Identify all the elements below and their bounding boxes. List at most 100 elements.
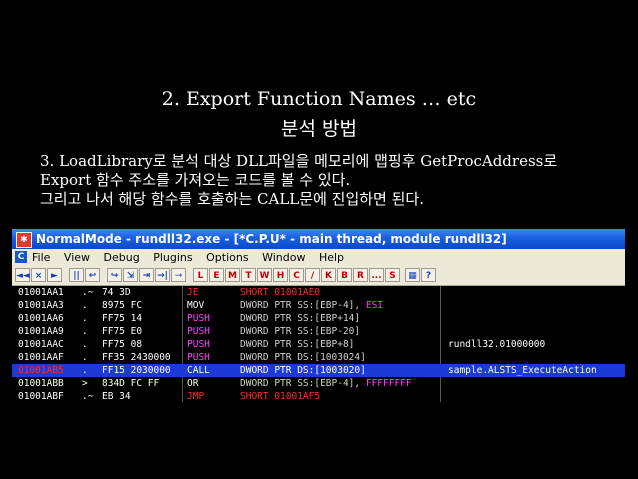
- instruction-row[interactable]: 01001AA6. FF75 14 PUSH DWORD PTR SS:[EBP+14…: [12, 312, 625, 325]
- slide-title: 2. Export Function Names … etc: [161, 88, 477, 110]
- comment-cell: sample.ALSTS_ExecuteAction: [448, 365, 597, 376]
- hex-dump-cell: EB 34: [102, 391, 131, 402]
- toolbar-letter-button[interactable]: T: [241, 268, 256, 282]
- instruction-row[interactable]: 01001AA9. FF75 E0 PUSH DWORD PTR SS:[EBP-20…: [12, 325, 625, 338]
- instruction-row[interactable]: 01001ABB >834D FC FF OR DWORD PTR SS:[EBP-4…: [12, 377, 625, 390]
- hex-dump-cell: FF75 E0: [102, 326, 143, 337]
- toolbar-letter-button[interactable]: ...: [369, 268, 384, 282]
- jump-marker: .: [82, 326, 88, 337]
- toolbar-letter-button[interactable]: W: [257, 268, 272, 282]
- menu-items: File View Debug Plugins Options Window H…: [32, 249, 354, 266]
- toolbar-button[interactable]: ↩: [85, 268, 100, 282]
- comment-cell: rundll32.01000000: [448, 339, 546, 350]
- instruction-row[interactable]: 01001AAC. FF75 08 PUSH DWORD PTR SS:[EBP+8]…: [12, 338, 625, 351]
- menu-bar: C File View Debug Plugins Options Window…: [12, 249, 625, 266]
- slide-description: 3. LoadLibrary로 분석 대상 DLL파일을 메모리에 맵핑후 Ge…: [40, 152, 557, 209]
- hex-dump-cell: FF35 2430000: [102, 352, 171, 363]
- address-cell: 01001AAC: [18, 339, 64, 350]
- app-icon: ✱: [16, 232, 32, 248]
- toolbar-button[interactable]: ⇥: [139, 268, 154, 282]
- menu-options[interactable]: Options: [206, 251, 248, 264]
- instruction-row[interactable]: 01001AA3. 8975 FC MOV DWORD PTR SS:[EBP-4],…: [12, 299, 625, 312]
- hex-dump-cell: FF75 14: [102, 313, 143, 324]
- window-titlebar[interactable]: ✱ NormalMode - rundll32.exe - [*C.P.U* -…: [12, 229, 625, 249]
- toolbar-letter-button[interactable]: M: [225, 268, 240, 282]
- hex-dump-cell: FF75 08: [102, 339, 143, 350]
- toolbar-letter-button[interactable]: B: [337, 268, 352, 282]
- address-cell: 01001AB5: [18, 365, 64, 376]
- toolbar-letter-button[interactable]: K: [321, 268, 336, 282]
- immediate-value: FFFFFFFF: [365, 378, 412, 389]
- selected-instruction-row[interactable]: 01001AB5. FF15 2030000 CALL DWORD PTR DS:[1…: [12, 364, 625, 377]
- instruction-row[interactable]: 01001ABF .~ EB 34 JMP SHORT 01001AF5: [12, 390, 625, 402]
- toolbar-button[interactable]: ⇲: [123, 268, 138, 282]
- mnemonic-cell: CALL: [187, 365, 210, 376]
- mnemonic-cell: MOV: [187, 300, 205, 311]
- toolbar-button[interactable]: ▦: [405, 268, 420, 282]
- toolbar-button[interactable]: ◄◄: [15, 268, 30, 282]
- jump-marker: >: [82, 378, 88, 389]
- mnemonic-cell: PUSH: [187, 313, 210, 324]
- jump-marker: .: [82, 365, 88, 376]
- toolbar-button[interactable]: →|: [155, 268, 170, 282]
- menu-debug[interactable]: Debug: [104, 251, 140, 264]
- toolbar-button[interactable]: ↪: [107, 268, 122, 282]
- hex-dump-cell: FF15 2030000: [102, 365, 171, 376]
- toolbar-letter-button[interactable]: H: [273, 268, 288, 282]
- jump-marker: .~: [82, 287, 94, 298]
- hex-dump-cell: 834D FC FF: [102, 378, 160, 389]
- toolbar-letter-button[interactable]: C: [289, 268, 304, 282]
- toolbar-letter-button[interactable]: S: [385, 268, 400, 282]
- address-cell: 01001ABB: [18, 378, 64, 389]
- menu-file[interactable]: File: [32, 251, 50, 264]
- menu-view[interactable]: View: [64, 251, 90, 264]
- window-title: NormalMode - rundll32.exe - [*C.P.U* - m…: [36, 232, 507, 246]
- toolbar-letter-button[interactable]: R: [353, 268, 368, 282]
- address-cell: 01001AA9: [18, 326, 64, 337]
- debugger-window: ✱ NormalMode - rundll32.exe - [*C.P.U* -…: [12, 229, 625, 402]
- toolbar-letter-button[interactable]: /: [305, 268, 320, 282]
- toolbar-button[interactable]: ×: [31, 268, 46, 282]
- operand-cell: SHORT 01001AE0: [240, 287, 321, 298]
- mnemonic-cell: JMP: [187, 391, 205, 402]
- operand-cell: DWORD PTR SS:[EBP-4], FFFFFFFF: [240, 378, 412, 389]
- operand-cell: DWORD PTR SS:[EBP-4], ESI: [240, 300, 384, 311]
- menu-help[interactable]: Help: [319, 251, 344, 264]
- mnemonic-cell: PUSH: [187, 339, 210, 350]
- description-line: Export 함수 주소를 가져오는 코드를 볼 수 있다.: [40, 171, 351, 189]
- description-line: 그리고 나서 해당 함수를 호출하는 CALL문에 진입하면 된다.: [40, 190, 424, 208]
- address-cell: 01001AA1: [18, 287, 64, 298]
- operand-cell: DWORD PTR SS:[EBP-20]: [240, 326, 361, 337]
- toolbar-letter-button[interactable]: L: [193, 268, 208, 282]
- jump-marker: .: [82, 313, 88, 324]
- toolbar-letter-button[interactable]: E: [209, 268, 224, 282]
- description-line: 3. LoadLibrary로 분석 대상 DLL파일을 메모리에 맵핑후 Ge…: [40, 152, 558, 170]
- operand-cell: DWORD PTR SS:[EBP+14]: [240, 313, 361, 324]
- operand-cell: DWORD PTR DS:[1003024]: [240, 352, 366, 363]
- slide-subtitle: 분석 방법: [281, 118, 357, 140]
- cpu-window-icon[interactable]: C: [15, 251, 27, 263]
- operand-cell: DWORD PTR SS:[EBP+8]: [240, 339, 355, 350]
- toolbar: ◄◄ × ► || ↩ ↪ ⇲ ⇥ →| ⇾ L E M T W H C / K B R... S ▦?: [12, 266, 625, 286]
- address-cell: 01001AAF: [18, 352, 64, 363]
- toolbar-button[interactable]: ►: [47, 268, 62, 282]
- jump-marker: .: [82, 300, 88, 311]
- toolbar-button[interactable]: ⇾: [171, 268, 186, 282]
- address-cell: 01001AA3: [18, 300, 64, 311]
- hex-dump-cell: 8975 FC: [102, 300, 143, 311]
- mnemonic-cell: PUSH: [187, 326, 210, 337]
- instruction-row[interactable]: 01001AA1 .~ 74 3D JE SHORT 01001AE0: [12, 286, 625, 299]
- instruction-row[interactable]: 01001AAF. FF35 2430000 PUSH DWORD PTR DS:[1…: [12, 351, 625, 364]
- menu-plugins[interactable]: Plugins: [153, 251, 192, 264]
- mnemonic-cell: PUSH: [187, 352, 210, 363]
- address-cell: 01001ABF: [18, 391, 64, 402]
- disassembly-pane[interactable]: 01001AA1 .~ 74 3D JE SHORT 01001AE0 01001AA3.…: [12, 286, 625, 402]
- jump-marker: .~: [82, 391, 94, 402]
- menu-window[interactable]: Window: [262, 251, 305, 264]
- toolbar-button[interactable]: ||: [69, 268, 84, 282]
- operand-cell: DWORD PTR DS:[1003020]: [240, 365, 366, 376]
- operand-cell: SHORT 01001AF5: [240, 391, 321, 402]
- toolbar-button[interactable]: ?: [421, 268, 436, 282]
- mnemonic-cell: JE: [187, 287, 199, 298]
- jump-marker: .: [82, 339, 88, 350]
